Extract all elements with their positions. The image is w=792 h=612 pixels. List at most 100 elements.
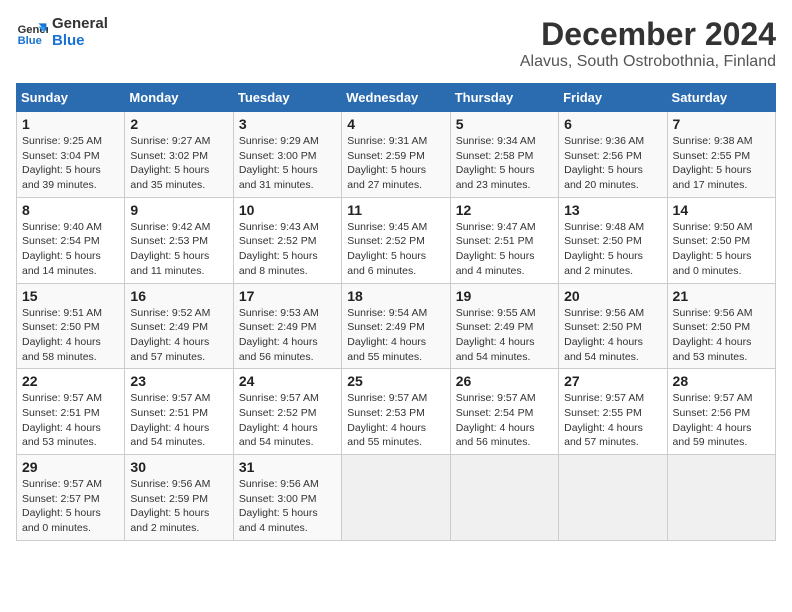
- day-info: Sunrise: 9:57 AM Sunset: 2:54 PM Dayligh…: [456, 391, 553, 450]
- day-info: Sunrise: 9:43 AM Sunset: 2:52 PM Dayligh…: [239, 220, 336, 279]
- day-info: Sunrise: 9:48 AM Sunset: 2:50 PM Dayligh…: [564, 220, 661, 279]
- calendar-cell: 15 Sunrise: 9:51 AM Sunset: 2:50 PM Dayli…: [17, 283, 125, 369]
- day-info: Sunrise: 9:56 AM Sunset: 2:59 PM Dayligh…: [130, 477, 227, 536]
- calendar-cell: [450, 455, 558, 541]
- day-number: 15: [22, 288, 119, 304]
- day-info: Sunrise: 9:57 AM Sunset: 2:55 PM Dayligh…: [564, 391, 661, 450]
- calendar-cell: 25 Sunrise: 9:57 AM Sunset: 2:53 PM Dayli…: [342, 369, 450, 455]
- header-thursday: Thursday: [450, 84, 558, 112]
- calendar-cell: 6 Sunrise: 9:36 AM Sunset: 2:56 PM Daylig…: [559, 112, 667, 198]
- calendar-cell: [342, 455, 450, 541]
- calendar-cell: 24Sunrise: 9:57 AM Sunset: 2:52 PM Dayli…: [233, 369, 341, 455]
- day-number: 24: [239, 373, 336, 389]
- day-number: 6: [564, 116, 661, 132]
- day-info: Sunrise: 9:57 AM Sunset: 2:51 PM Dayligh…: [130, 391, 227, 450]
- calendar-cell: [667, 455, 775, 541]
- calendar-cell: [559, 455, 667, 541]
- calendar-cell: 2 Sunrise: 9:27 AM Sunset: 3:02 PM Daylig…: [125, 112, 233, 198]
- header-wednesday: Wednesday: [342, 84, 450, 112]
- day-number: 18: [347, 288, 444, 304]
- day-number: 12: [456, 202, 553, 218]
- calendar-cell: 22Sunrise: 9:57 AM Sunset: 2:51 PM Dayli…: [17, 369, 125, 455]
- day-number: 17: [239, 288, 336, 304]
- calendar-cell: 20Sunrise: 9:56 AM Sunset: 2:50 PM Dayli…: [559, 283, 667, 369]
- day-number: 14: [673, 202, 770, 218]
- day-info: Sunrise: 9:36 AM Sunset: 2:56 PM Dayligh…: [564, 134, 661, 193]
- day-number: 25: [347, 373, 444, 389]
- calendar-cell: 14 Sunrise: 9:50 AM Sunset: 2:50 PM Dayli…: [667, 197, 775, 283]
- day-info: Sunrise: 9:50 AM Sunset: 2:50 PM Dayligh…: [673, 220, 770, 279]
- calendar-cell: 12 Sunrise: 9:47 AM Sunset: 2:51 PM Dayli…: [450, 197, 558, 283]
- day-number: 7: [673, 116, 770, 132]
- calendar-cell: 26Sunrise: 9:57 AM Sunset: 2:54 PM Dayli…: [450, 369, 558, 455]
- header-saturday: Saturday: [667, 84, 775, 112]
- day-number: 9: [130, 202, 227, 218]
- day-number: 29: [22, 459, 119, 475]
- day-number: 3: [239, 116, 336, 132]
- calendar-cell: 18 Sunrise: 9:54 AM Sunset: 2:49 PM Dayli…: [342, 283, 450, 369]
- calendar-cell: 27Sunrise: 9:57 AM Sunset: 2:55 PM Dayli…: [559, 369, 667, 455]
- calendar-week-5: 29Sunrise: 9:57 AM Sunset: 2:57 PM Dayli…: [17, 455, 776, 541]
- calendar-table: SundayMondayTuesdayWednesdayThursdayFrid…: [16, 83, 776, 541]
- day-number: 19: [456, 288, 553, 304]
- calendar-cell: 9 Sunrise: 9:42 AM Sunset: 2:53 PM Daylig…: [125, 197, 233, 283]
- calendar-cell: 21 Sunrise: 9:56 AM Sunset: 2:50 PM Dayli…: [667, 283, 775, 369]
- calendar-cell: 8 Sunrise: 9:40 AM Sunset: 2:54 PM Daylig…: [17, 197, 125, 283]
- calendar-cell: 13Sunrise: 9:48 AM Sunset: 2:50 PM Dayli…: [559, 197, 667, 283]
- day-number: 8: [22, 202, 119, 218]
- svg-text:Blue: Blue: [18, 35, 42, 47]
- day-info: Sunrise: 9:57 AM Sunset: 2:56 PM Dayligh…: [673, 391, 770, 450]
- logo: General Blue General Blue: [16, 16, 108, 49]
- day-number: 21: [673, 288, 770, 304]
- day-info: Sunrise: 9:29 AM Sunset: 3:00 PM Dayligh…: [239, 134, 336, 193]
- day-number: 16: [130, 288, 227, 304]
- calendar-cell: 3 Sunrise: 9:29 AM Sunset: 3:00 PM Daylig…: [233, 112, 341, 198]
- logo-icon: General Blue: [16, 17, 48, 49]
- calendar-cell: 10Sunrise: 9:43 AM Sunset: 2:52 PM Dayli…: [233, 197, 341, 283]
- calendar-cell: 30 Sunrise: 9:56 AM Sunset: 2:59 PM Dayli…: [125, 455, 233, 541]
- day-info: Sunrise: 9:40 AM Sunset: 2:54 PM Dayligh…: [22, 220, 119, 279]
- day-number: 23: [130, 373, 227, 389]
- day-info: Sunrise: 9:57 AM Sunset: 2:53 PM Dayligh…: [347, 391, 444, 450]
- day-info: Sunrise: 9:47 AM Sunset: 2:51 PM Dayligh…: [456, 220, 553, 279]
- header-friday: Friday: [559, 84, 667, 112]
- logo-general: General: [52, 16, 108, 33]
- calendar-week-2: 8 Sunrise: 9:40 AM Sunset: 2:54 PM Daylig…: [17, 197, 776, 283]
- day-info: Sunrise: 9:45 AM Sunset: 2:52 PM Dayligh…: [347, 220, 444, 279]
- day-info: Sunrise: 9:25 AM Sunset: 3:04 PM Dayligh…: [22, 134, 119, 193]
- calendar-subtitle: Alavus, South Ostrobothnia, Finland: [520, 53, 776, 71]
- calendar-cell: 16 Sunrise: 9:52 AM Sunset: 2:49 PM Dayli…: [125, 283, 233, 369]
- day-info: Sunrise: 9:27 AM Sunset: 3:02 PM Dayligh…: [130, 134, 227, 193]
- day-info: Sunrise: 9:56 AM Sunset: 2:50 PM Dayligh…: [673, 306, 770, 365]
- day-number: 28: [673, 373, 770, 389]
- calendar-cell: 17 Sunrise: 9:53 AM Sunset: 2:49 PM Dayli…: [233, 283, 341, 369]
- calendar-cell: 31 Sunrise: 9:56 AM Sunset: 3:00 PM Dayli…: [233, 455, 341, 541]
- header-tuesday: Tuesday: [233, 84, 341, 112]
- calendar-cell: 4 Sunrise: 9:31 AM Sunset: 2:59 PM Daylig…: [342, 112, 450, 198]
- day-number: 11: [347, 202, 444, 218]
- day-number: 31: [239, 459, 336, 475]
- page-header: General Blue General Blue December 2024 …: [16, 16, 776, 71]
- day-info: Sunrise: 9:42 AM Sunset: 2:53 PM Dayligh…: [130, 220, 227, 279]
- day-info: Sunrise: 9:53 AM Sunset: 2:49 PM Dayligh…: [239, 306, 336, 365]
- day-info: Sunrise: 9:31 AM Sunset: 2:59 PM Dayligh…: [347, 134, 444, 193]
- day-info: Sunrise: 9:34 AM Sunset: 2:58 PM Dayligh…: [456, 134, 553, 193]
- day-number: 2: [130, 116, 227, 132]
- day-info: Sunrise: 9:54 AM Sunset: 2:49 PM Dayligh…: [347, 306, 444, 365]
- day-number: 20: [564, 288, 661, 304]
- day-info: Sunrise: 9:52 AM Sunset: 2:49 PM Dayligh…: [130, 306, 227, 365]
- day-info: Sunrise: 9:56 AM Sunset: 3:00 PM Dayligh…: [239, 477, 336, 536]
- day-number: 4: [347, 116, 444, 132]
- calendar-cell: 19 Sunrise: 9:55 AM Sunset: 2:49 PM Dayli…: [450, 283, 558, 369]
- logo-blue: Blue: [52, 33, 108, 50]
- calendar-cell: 29Sunrise: 9:57 AM Sunset: 2:57 PM Dayli…: [17, 455, 125, 541]
- calendar-header-row: SundayMondayTuesdayWednesdayThursdayFrid…: [17, 84, 776, 112]
- day-number: 30: [130, 459, 227, 475]
- calendar-cell: 23 Sunrise: 9:57 AM Sunset: 2:51 PM Dayli…: [125, 369, 233, 455]
- day-info: Sunrise: 9:57 AM Sunset: 2:51 PM Dayligh…: [22, 391, 119, 450]
- calendar-cell: 5Sunrise: 9:34 AM Sunset: 2:58 PM Daylig…: [450, 112, 558, 198]
- day-info: Sunrise: 9:55 AM Sunset: 2:49 PM Dayligh…: [456, 306, 553, 365]
- day-info: Sunrise: 9:51 AM Sunset: 2:50 PM Dayligh…: [22, 306, 119, 365]
- calendar-week-3: 15 Sunrise: 9:51 AM Sunset: 2:50 PM Dayli…: [17, 283, 776, 369]
- calendar-week-1: 1Sunrise: 9:25 AM Sunset: 3:04 PM Daylig…: [17, 112, 776, 198]
